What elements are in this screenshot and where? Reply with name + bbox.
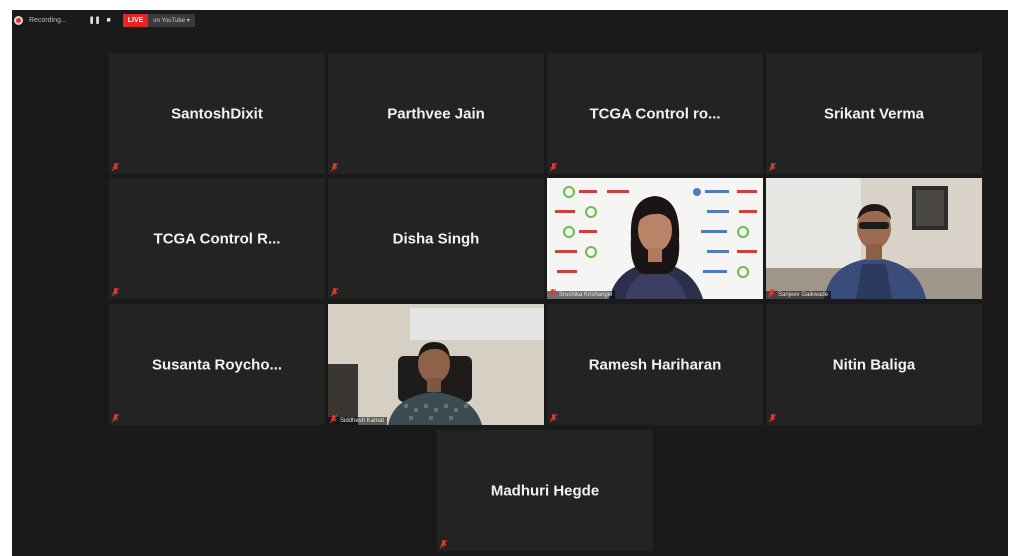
participant-tile[interactable]: SantoshDixit [109, 53, 325, 174]
participant-tile[interactable]: Ramesh Hariharan [547, 304, 763, 425]
participant-tile[interactable]: Srikant Verma [766, 53, 982, 174]
muted-mic-icon [550, 163, 557, 172]
muted-mic-icon [549, 289, 556, 298]
recording-status: Recording... [29, 16, 67, 24]
participant-name: Nitin Baliga [832, 356, 916, 373]
muted-mic-icon [112, 414, 119, 423]
participant-name-label: Sanjeev Gaikwade [766, 289, 832, 299]
participant-name: TCGA Control R... [153, 230, 281, 247]
stop-recording-button[interactable]: ■ [106, 17, 110, 24]
muted-mic-icon [330, 415, 337, 424]
participant-tile[interactable]: Parthvee Jain [328, 53, 544, 174]
participant-video-tile[interactable]: Siddhesh Kamat [328, 304, 544, 425]
zoom-meeting-window: Recording... ❚❚ ■ LIVE on YouTube ▾ Sant… [12, 10, 1008, 556]
participant-name-label: Sruchika Krishangel [547, 289, 616, 299]
muted-mic-icon [768, 289, 775, 298]
participant-name: Parthvee Jain [387, 105, 485, 122]
video-feed [547, 178, 763, 299]
participant-name: Madhuri Hegde [490, 482, 600, 499]
participant-tile[interactable]: Nitin Baliga [766, 304, 982, 425]
muted-mic-icon [112, 163, 119, 172]
participant-name: SantoshDixit [171, 105, 263, 122]
participant-tile[interactable]: Disha Singh [328, 178, 544, 299]
participant-video-tile-active-speaker[interactable]: Sruchika Krishangel [547, 178, 763, 299]
muted-mic-icon [331, 163, 338, 172]
participant-video-tile[interactable]: Sanjeev Gaikwade [766, 178, 982, 299]
recording-icon [14, 15, 23, 25]
video-feed [328, 304, 544, 425]
muted-mic-icon [440, 540, 447, 549]
participant-tile[interactable]: TCGA Control R... [109, 178, 325, 299]
participant-name: Srikant Verma [823, 105, 925, 122]
live-badge[interactable]: LIVE [122, 13, 149, 27]
participant-name: Ramesh Hariharan [588, 356, 722, 373]
participant-tile[interactable]: TCGA Control ro... [547, 53, 763, 174]
participant-tile[interactable]: Madhuri Hegde [437, 430, 653, 551]
participant-name: Disha Singh [392, 230, 480, 247]
participant-name: TCGA Control ro... [589, 105, 721, 122]
recording-toolbar: Recording... ❚❚ ■ LIVE on YouTube ▾ [12, 10, 254, 30]
muted-mic-icon [769, 163, 776, 172]
live-stream-dropdown[interactable]: on YouTube ▾ [148, 13, 195, 27]
pause-recording-button[interactable]: ❚❚ [89, 16, 101, 24]
participant-name: Susanta Roycho... [151, 356, 283, 373]
muted-mic-icon [769, 414, 776, 423]
muted-mic-icon [331, 288, 338, 297]
participant-name-label: Siddhesh Kamat [328, 415, 388, 425]
participant-tile[interactable]: Susanta Roycho... [109, 304, 325, 425]
muted-mic-icon [550, 414, 557, 423]
muted-mic-icon [112, 288, 119, 297]
video-feed [766, 178, 982, 299]
